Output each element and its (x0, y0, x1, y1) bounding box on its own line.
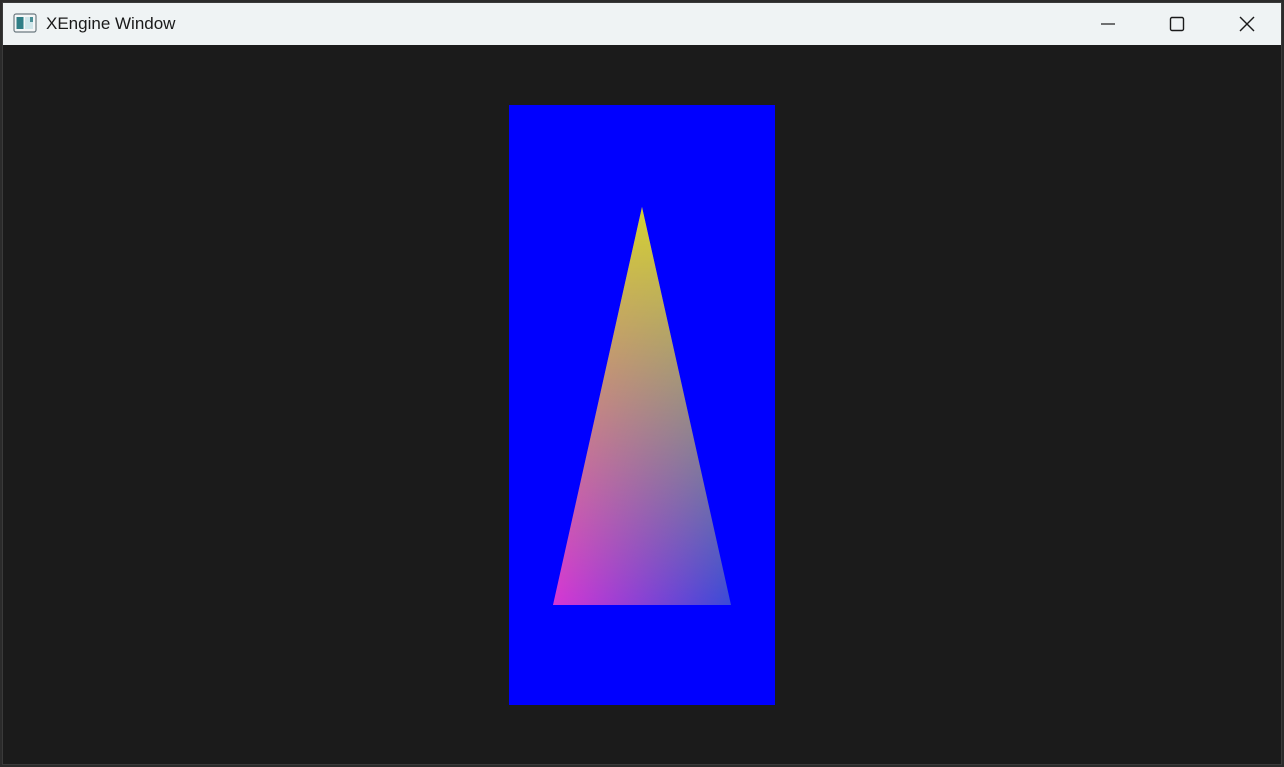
maximize-icon (1169, 16, 1185, 32)
xengine-window: XEngine Window (2, 2, 1282, 765)
app-icon (13, 13, 37, 33)
minimize-button[interactable] (1073, 3, 1143, 45)
title-bar[interactable]: XEngine Window (3, 3, 1281, 45)
triangle-render (553, 207, 731, 605)
render-canvas[interactable] (3, 45, 1281, 764)
minimize-icon (1101, 23, 1115, 25)
maximize-button[interactable] (1142, 3, 1212, 45)
close-icon (1239, 16, 1255, 32)
triangle-highlight (553, 207, 731, 605)
window-title: XEngine Window (46, 14, 176, 33)
close-button[interactable] (1212, 3, 1281, 45)
render-viewport (509, 105, 775, 705)
